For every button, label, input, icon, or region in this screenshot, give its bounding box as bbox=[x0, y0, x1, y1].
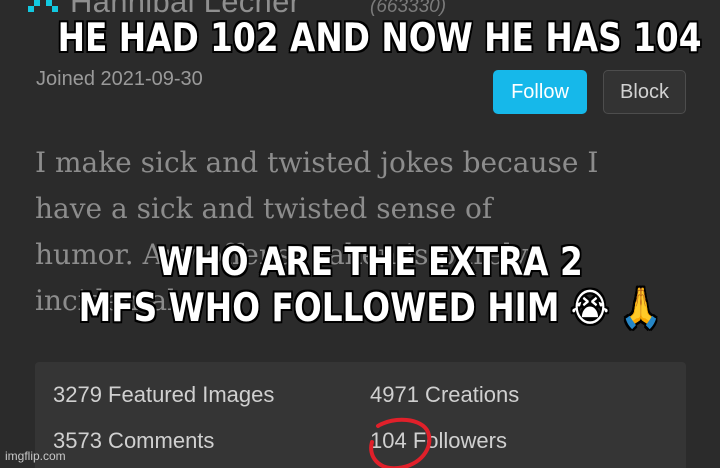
stat-creations[interactable]: 4971 Creations bbox=[370, 382, 519, 408]
follow-button[interactable]: Follow bbox=[493, 70, 587, 114]
meme-bottom-caption: WHO ARE THE EXTRA 2 MFS WHO FOLLOWED HIM… bbox=[59, 240, 681, 332]
stat-featured-images[interactable]: 3279 Featured Images bbox=[53, 382, 274, 408]
stat-comments[interactable]: 3573 Comments bbox=[53, 428, 214, 454]
imgflip-watermark: imgflip.com bbox=[5, 449, 66, 463]
avatar-icon bbox=[28, 0, 58, 12]
meme-bottom-line-2: MFS WHO FOLLOWED HIM 😭 🙏 bbox=[78, 286, 662, 331]
meme-top-caption: HE HAD 102 AND NOW HE HAS 104 bbox=[57, 16, 702, 61]
stats-card: 3279 Featured Images 4971 Creations 3573… bbox=[35, 362, 686, 468]
profile-joined-date: Joined 2021-09-30 bbox=[36, 68, 203, 90]
block-button[interactable]: Block bbox=[603, 70, 686, 114]
meme-canvas: Hannibal Lecher (663330) Joined 2021-09-… bbox=[0, 0, 720, 468]
stat-followers[interactable]: 104 Followers bbox=[370, 428, 507, 454]
meme-bottom-line-1: WHO ARE THE EXTRA 2 bbox=[157, 240, 583, 285]
